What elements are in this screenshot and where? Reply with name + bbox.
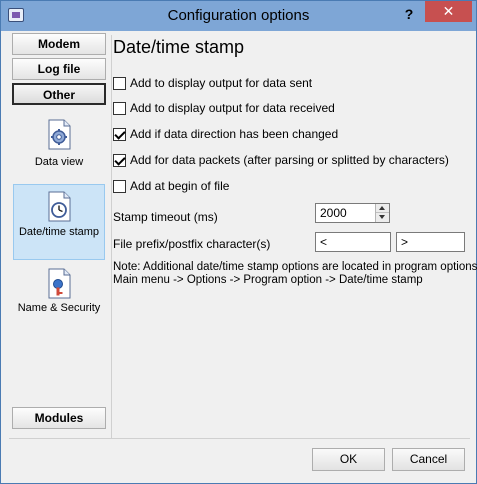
- sidebar-item-date-time-stamp[interactable]: Date/time stamp: [13, 184, 105, 260]
- checkbox-label: Add to display output for data sent: [130, 76, 313, 90]
- sidebar-item-data-view[interactable]: Data view: [13, 118, 105, 176]
- sidebar-item-label: Date/time stamp: [18, 226, 100, 238]
- gear-document-icon: [48, 119, 71, 150]
- checkbox-direction-changed[interactable]: [113, 127, 126, 141]
- ok-button[interactable]: OK: [312, 448, 385, 471]
- cancel-button[interactable]: Cancel: [392, 448, 465, 471]
- stamp-timeout-label: Stamp timeout (ms): [113, 210, 218, 224]
- sidebar: Modem Log file Other Data view Date/time…: [9, 32, 109, 434]
- checkbox-label: Add if data direction has been changed: [130, 127, 339, 141]
- sidebar-button-other[interactable]: Other: [12, 83, 106, 105]
- note-text: Note: Additional date/time stamp options…: [113, 261, 477, 287]
- checkbox-row-direction-changed[interactable]: Add if data direction has been changed: [113, 126, 338, 142]
- checkbox-row-data-received[interactable]: Add to display output for data received: [113, 100, 335, 116]
- note-line: Note: Additional date/time stamp options…: [113, 261, 477, 273]
- note-line: Main menu -> Options -> Program option -…: [113, 274, 423, 286]
- config-dialog: Configuration options ? ✕ Modem Log file…: [0, 0, 477, 484]
- checkbox-label: Add for data packets (after parsing or s…: [130, 153, 449, 167]
- stamp-timeout-value: 2000: [320, 206, 347, 220]
- checkbox-label: Add at begin of file: [130, 179, 230, 193]
- checkbox-row-begin-of-file[interactable]: Add at begin of file: [113, 178, 229, 194]
- help-button[interactable]: ?: [397, 4, 421, 24]
- prefix-input[interactable]: <: [315, 232, 391, 252]
- checkbox-row-data-packets[interactable]: Add for data packets (after parsing or s…: [113, 152, 449, 168]
- checkbox-data-sent[interactable]: [113, 76, 126, 90]
- checkbox-label: Add to display output for data received: [130, 101, 335, 115]
- stamp-timeout-stepper[interactable]: 2000: [315, 203, 390, 223]
- spin-up-icon[interactable]: [376, 204, 389, 213]
- checkbox-begin-of-file[interactable]: [113, 179, 126, 193]
- checkbox-row-data-sent[interactable]: Add to display output for data sent: [113, 75, 312, 91]
- key-document-icon: [48, 268, 71, 299]
- close-button[interactable]: ✕: [425, 1, 472, 22]
- sidebar-button-log-file[interactable]: Log file: [12, 58, 106, 80]
- spin-down-icon[interactable]: [376, 213, 389, 222]
- close-icon: ✕: [442, 3, 455, 19]
- postfix-input[interactable]: >: [396, 232, 465, 252]
- checkbox-data-packets[interactable]: [113, 153, 126, 167]
- checkbox-data-received[interactable]: [113, 101, 126, 115]
- file-prefix-label: File prefix/postfix character(s): [113, 237, 271, 251]
- stepper-arrows: [375, 204, 389, 222]
- title-bar: Configuration options ? ✕: [1, 1, 476, 31]
- settings-panel: Date/time stamp Add to display output fo…: [111, 32, 477, 438]
- footer-divider: [9, 438, 470, 439]
- sidebar-item-label: Name & Security: [17, 302, 101, 314]
- sidebar-button-modules[interactable]: Modules: [12, 407, 106, 429]
- sidebar-button-modem[interactable]: Modem: [12, 33, 106, 55]
- sidebar-item-name-security[interactable]: Name & Security: [13, 267, 105, 329]
- sidebar-item-label: Data view: [34, 156, 84, 168]
- clock-document-icon: [48, 191, 71, 222]
- page-title: Date/time stamp: [113, 37, 245, 57]
